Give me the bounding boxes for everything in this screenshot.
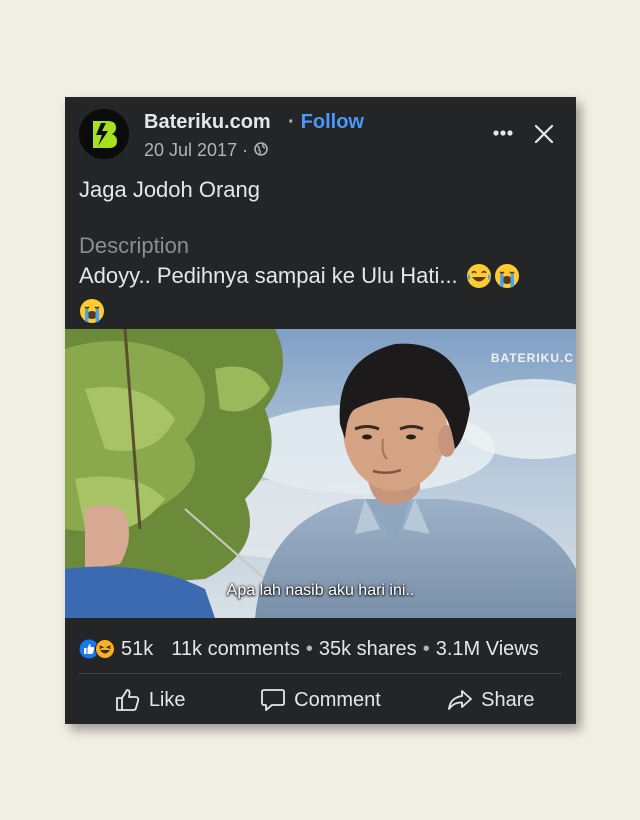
globe-icon [254,140,268,161]
description-body: Adoyy.. Pedihnya sampai ke Ulu Hati... [79,263,458,288]
comment-button[interactable]: Comment [235,680,405,720]
video-subtitle: Apa lah nasib aku hari ini.. [226,582,415,599]
shares-count[interactable]: 35k shares [319,638,417,661]
post-stats: 51k 11k comments • 35k shares • 3.1M Vie… [79,635,566,663]
comments-count[interactable]: 11k comments [171,638,300,661]
separator-dot: · [288,111,295,133]
views-count: 3.1M Views [435,637,539,660]
post-date[interactable]: 20 Jul 2017 · [144,140,248,161]
share-icon [447,688,473,712]
video-watermark: BATERIKU.C [490,351,574,365]
more-options-icon[interactable] [490,123,518,143]
tears-of-joy-emoji-icon [466,263,492,296]
comment-label: Comment [294,688,381,711]
page-name[interactable]: Bateriku.com [144,111,271,134]
close-icon[interactable] [533,123,555,145]
like-button[interactable]: Like [65,680,235,720]
bateriku-logo-icon [79,109,129,159]
follow-button[interactable]: · Follow [288,111,364,134]
description-text: Adoyy.. Pedihnya sampai ke Ulu Hati... [79,261,559,331]
post-title: Jaga Jodoh Orang [79,177,261,202]
stat-separator: • [305,637,313,660]
stat-separator: • [422,637,430,660]
comment-icon [260,688,286,712]
like-label: Like [148,688,186,711]
post-header: Bateriku.com · Follow 20 Jul 2017 · [65,97,576,167]
haha-reaction-icon [95,639,115,659]
video-frame [65,329,576,618]
follow-label: Follow [300,111,364,133]
page-avatar[interactable] [79,109,129,159]
loudly-crying-emoji-icon [494,263,520,296]
action-bar: Like Comment Share [65,680,576,720]
post-card: Bateriku.com · Follow 20 Jul 2017 · Jaga… [65,97,576,724]
actions-divider [79,673,562,674]
loudly-crying-emoji-icon [79,298,105,331]
reaction-count[interactable]: 51k [121,638,153,661]
share-label: Share [481,688,535,711]
thumbs-up-icon [115,688,141,712]
share-button[interactable]: Share [406,680,576,720]
description-label: Description [79,233,190,258]
video-player[interactable]: BATERIKU.C Apa lah nasib aku hari ini.. [65,329,576,618]
reaction-icons[interactable] [79,639,115,659]
post-meta: 20 Jul 2017 · [144,140,268,161]
